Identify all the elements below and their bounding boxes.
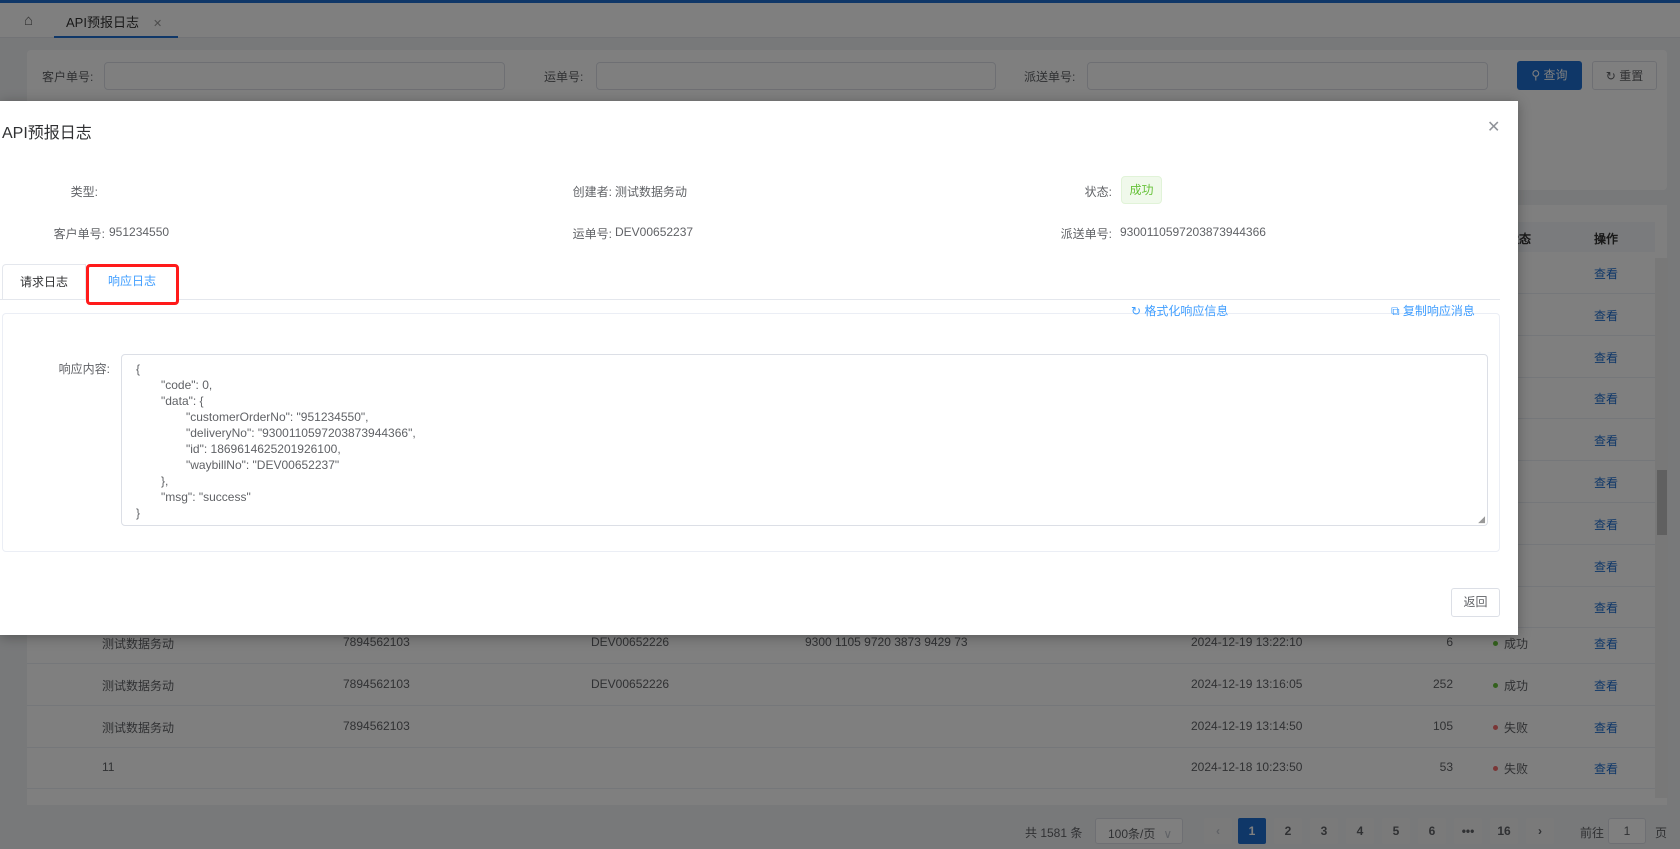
response-content-label: 响应内容:: [58, 362, 110, 376]
delivery-no-value: 9300110597203873944366: [1120, 225, 1266, 239]
json-line: "id": 1869614625201926100,: [186, 442, 341, 456]
format-response-link[interactable]: ↻ 格式化响应信息: [1131, 302, 1228, 319]
customer-no-value: 951234550: [109, 225, 170, 239]
delivery-no-label: 派送单号:: [1060, 227, 1112, 241]
json-line: "customerOrderNo": "951234550",: [186, 410, 369, 424]
dialog-title: API预报日志: [2, 125, 92, 142]
waybill-label: 运单号:: [572, 227, 612, 241]
json-line: "code": 0,: [161, 378, 213, 392]
status-label: 状态:: [1084, 185, 1112, 199]
json-line: "data": {: [161, 394, 204, 408]
type-label: 类型:: [70, 185, 98, 199]
response-content-textarea[interactable]: { "code": 0, "data": { "customerOrderNo": "…: [121, 354, 1488, 526]
refresh-icon: ↻: [1131, 304, 1145, 318]
json-line: "msg": "success": [161, 490, 251, 504]
api-log-dialog: API预报日志 ✕ 类型: 创建者: 测试数据务动 状态: 成功 客户单号: 9…: [0, 101, 1518, 635]
waybill-value: DEV00652237: [615, 225, 694, 239]
copy-icon: ⧉: [1391, 304, 1403, 318]
creator-value: 测试数据务动: [615, 185, 688, 199]
json-line: },: [161, 474, 169, 488]
resize-handle-icon[interactable]: ◢: [1478, 514, 1485, 525]
json-line: {: [136, 362, 141, 376]
json-line: }: [136, 506, 141, 520]
tab-request-log[interactable]: 请求日志: [2, 264, 86, 300]
back-button[interactable]: 返回: [1451, 588, 1500, 617]
log-tabs-divider: [0, 299, 1500, 300]
creator-label: 创建者:: [572, 185, 612, 199]
customer-no-label: 客户单号:: [53, 227, 105, 241]
status-badge: 成功: [1121, 176, 1162, 204]
highlight-box: [86, 264, 179, 305]
copy-response-link[interactable]: ⧉ 复制响应消息: [1391, 302, 1475, 319]
json-line: "deliveryNo": "9300110597203873944366",: [186, 426, 416, 440]
json-line: "waybillNo": "DEV00652237": [186, 458, 340, 472]
close-icon[interactable]: ✕: [1487, 117, 1500, 137]
